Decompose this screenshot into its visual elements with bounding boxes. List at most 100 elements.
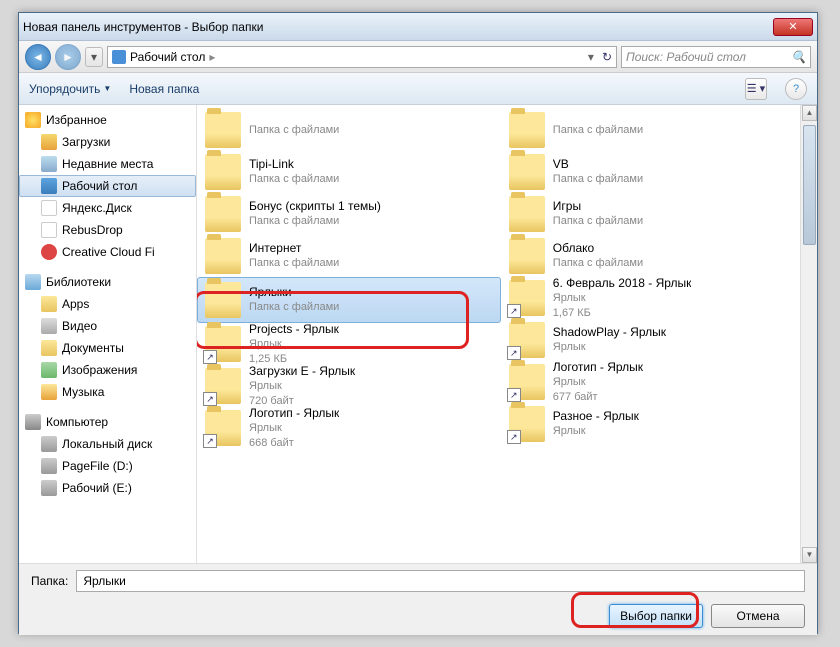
shortcut-folder-icon bbox=[205, 368, 241, 404]
vertical-scrollbar[interactable]: ▲ ▼ bbox=[800, 105, 817, 563]
address-dropdown-icon[interactable]: ▾ bbox=[588, 50, 594, 64]
file-item[interactable]: Разное - ЯрлыкЯрлык bbox=[501, 403, 805, 445]
file-item[interactable]: Загрузки E - ЯрлыкЯрлык720 байт bbox=[197, 365, 501, 407]
titlebar[interactable]: Новая панель инструментов - Выбор папки … bbox=[19, 13, 817, 41]
select-folder-button[interactable]: Выбор папки bbox=[609, 604, 703, 628]
file-type-label: Ярлык bbox=[249, 337, 339, 352]
file-type-label: Папка с файлами bbox=[249, 256, 339, 271]
file-name: Игры bbox=[553, 199, 643, 214]
sidebar-item-localdisk[interactable]: Локальный диск bbox=[19, 433, 196, 455]
close-button[interactable]: ✕ bbox=[773, 18, 813, 36]
file-type-label: Папка с файлами bbox=[249, 214, 381, 229]
file-item[interactable]: ИнтернетПапка с файлами bbox=[197, 235, 501, 277]
search-icon: 🔍 bbox=[791, 50, 806, 64]
shortcut-folder-icon bbox=[509, 364, 545, 400]
file-name: VB bbox=[553, 157, 643, 172]
sidebar-item-desktop[interactable]: Рабочий стол bbox=[19, 175, 196, 197]
cancel-button[interactable]: Отмена bbox=[711, 604, 805, 628]
star-icon bbox=[25, 112, 41, 128]
file-item[interactable]: VBПапка с файлами bbox=[501, 151, 805, 193]
file-item[interactable]: ИгрыПапка с файлами bbox=[501, 193, 805, 235]
rebusdrop-icon bbox=[41, 222, 57, 238]
file-item[interactable]: 6. Февраль 2018 - ЯрлыкЯрлык1,67 КБ bbox=[501, 277, 805, 319]
sidebar-item-workdisk[interactable]: Рабочий (E:) bbox=[19, 477, 196, 499]
file-item[interactable]: ShadowPlay - ЯрлыкЯрлык bbox=[501, 319, 805, 361]
sidebar-item-apps[interactable]: Apps bbox=[19, 293, 196, 315]
toolbar: Упорядочить ▼ Новая папка ☰ ▾ ? bbox=[19, 73, 817, 105]
folder-icon bbox=[509, 154, 545, 190]
organize-button[interactable]: Упорядочить ▼ bbox=[29, 82, 111, 96]
sidebar-item-yandexdisk[interactable]: Яндекс.Диск bbox=[19, 197, 196, 219]
folder-input-bar: Папка: bbox=[19, 563, 817, 597]
file-item[interactable]: Tipi-LinkПапка с файлами bbox=[197, 151, 501, 193]
scroll-thumb[interactable] bbox=[803, 125, 816, 245]
recent-icon bbox=[41, 156, 57, 172]
desktop-icon bbox=[41, 178, 57, 194]
file-type-label: Папка с файлами bbox=[553, 172, 643, 187]
refresh-icon[interactable]: ↻ bbox=[602, 50, 612, 64]
sidebar-libraries-header[interactable]: Библиотеки bbox=[19, 271, 196, 293]
file-item[interactable]: Логотип - ЯрлыкЯрлык668 байт bbox=[197, 407, 501, 449]
file-item[interactable]: Бонус (скрипты 1 темы)Папка с файлами bbox=[197, 193, 501, 235]
file-type-label: Ярлык bbox=[249, 379, 355, 394]
folder-icon bbox=[205, 154, 241, 190]
view-mode-button[interactable]: ☰ ▾ bbox=[745, 78, 767, 100]
new-folder-button[interactable]: Новая папка bbox=[129, 82, 199, 96]
file-size-label: 1,67 КБ bbox=[553, 306, 692, 321]
file-type-label: Ярлык bbox=[553, 291, 692, 306]
sidebar-item-images[interactable]: Изображения bbox=[19, 359, 196, 381]
sidebar-item-video[interactable]: Видео bbox=[19, 315, 196, 337]
sidebar-item-rebusdrop[interactable]: RebusDrop bbox=[19, 219, 196, 241]
search-placeholder: Поиск: Рабочий стол bbox=[626, 50, 746, 64]
video-icon bbox=[41, 318, 57, 334]
address-path: Рабочий стол bbox=[130, 50, 205, 64]
libraries-icon bbox=[25, 274, 41, 290]
folder-label: Папка: bbox=[31, 574, 68, 588]
nav-back-button[interactable]: ◄ bbox=[25, 44, 51, 70]
sidebar-item-music[interactable]: Музыка bbox=[19, 381, 196, 403]
sidebar-favorites-header[interactable]: Избранное bbox=[19, 109, 196, 131]
help-button[interactable]: ? bbox=[785, 78, 807, 100]
file-type-label: Папка с файлами bbox=[553, 123, 643, 138]
desktop-icon bbox=[112, 50, 126, 64]
file-type-label: Папка с файлами bbox=[249, 172, 339, 187]
hdd-icon bbox=[41, 436, 57, 452]
scroll-up-arrow-icon[interactable]: ▲ bbox=[802, 105, 817, 121]
sidebar-item-creativecloud[interactable]: Creative Cloud Fi bbox=[19, 241, 196, 263]
file-type-label: Папка с файлами bbox=[249, 300, 339, 315]
file-item[interactable]: Папка с файлами bbox=[197, 109, 501, 151]
file-name: Загрузки E - Ярлык bbox=[249, 364, 355, 379]
file-type-label: Ярлык bbox=[553, 375, 643, 390]
computer-icon bbox=[25, 414, 41, 430]
creativecloud-icon bbox=[41, 244, 57, 260]
file-item[interactable]: ОблакоПапка с файлами bbox=[501, 235, 805, 277]
sidebar-item-downloads[interactable]: Загрузки bbox=[19, 131, 196, 153]
search-input[interactable]: Поиск: Рабочий стол 🔍 bbox=[621, 46, 811, 68]
nav-dropdown-button[interactable]: ▾ bbox=[85, 47, 103, 67]
breadcrumb-arrow-icon: ▸ bbox=[209, 50, 215, 64]
file-name: Разное - Ярлык bbox=[553, 409, 639, 424]
folder-name-input[interactable] bbox=[76, 570, 805, 592]
scroll-down-arrow-icon[interactable]: ▼ bbox=[802, 547, 817, 563]
file-item[interactable]: Логотип - ЯрлыкЯрлык677 байт bbox=[501, 361, 805, 403]
sidebar-item-documents[interactable]: Документы bbox=[19, 337, 196, 359]
file-name: Бонус (скрипты 1 темы) bbox=[249, 199, 381, 214]
dialog-button-bar: Выбор папки Отмена bbox=[19, 597, 817, 635]
file-item[interactable]: Папка с файлами bbox=[501, 109, 805, 151]
sidebar-computer-header[interactable]: Компьютер bbox=[19, 411, 196, 433]
file-item[interactable]: Projects - ЯрлыкЯрлык1,25 КБ bbox=[197, 323, 501, 365]
sidebar-item-recent[interactable]: Недавние места bbox=[19, 153, 196, 175]
sidebar: Избранное Загрузки Недавние места Рабочи… bbox=[19, 105, 197, 563]
file-type-label: Папка с файлами bbox=[553, 214, 643, 229]
shortcut-folder-icon bbox=[205, 326, 241, 362]
file-item-selected[interactable]: ЯрлыкиПапка с файлами bbox=[197, 277, 501, 323]
file-name: Tipi-Link bbox=[249, 157, 339, 172]
file-name: Облако bbox=[553, 241, 643, 256]
file-type-label: Ярлык bbox=[553, 424, 639, 439]
sidebar-item-pagefile[interactable]: PageFile (D:) bbox=[19, 455, 196, 477]
window-title: Новая панель инструментов - Выбор папки bbox=[23, 20, 263, 34]
address-bar[interactable]: Рабочий стол ▸ ▾ ↻ bbox=[107, 46, 617, 68]
file-list-pane: Папка с файламиTipi-LinkПапка с файламиБ… bbox=[197, 105, 817, 563]
nav-forward-button[interactable]: ► bbox=[55, 44, 81, 70]
folder-picker-dialog: Новая панель инструментов - Выбор папки … bbox=[18, 12, 818, 634]
